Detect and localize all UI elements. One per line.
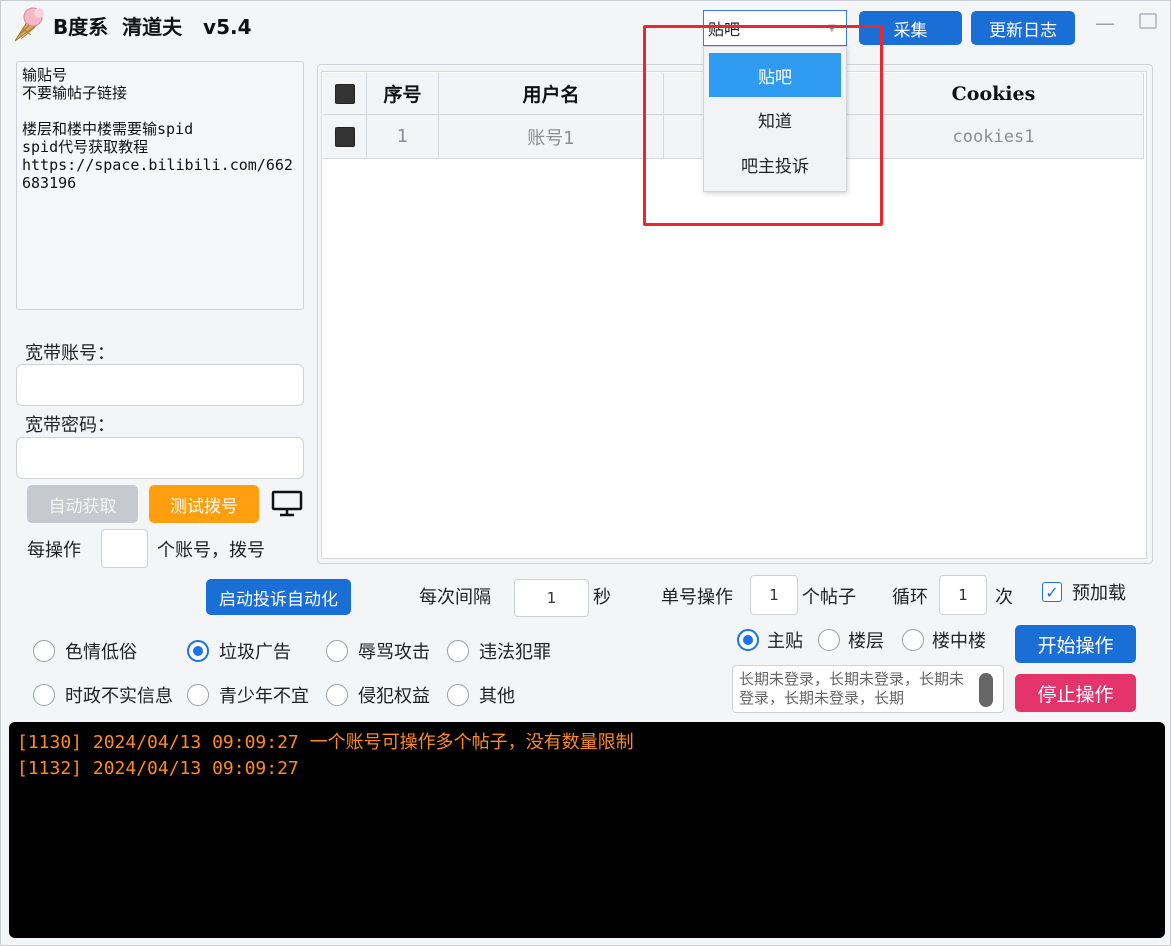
table-row-checkbox-cell[interactable] [323, 115, 367, 159]
ice-cream-logo-icon [14, 7, 44, 42]
info-text[interactable]: 输贴号 不要输帖子链接 楼层和楼中楼需要输spid spid代号获取教程 htt… [16, 61, 304, 310]
radio-circle[interactable] [326, 640, 348, 662]
loop-label: 循环 [892, 587, 928, 608]
radio-circle[interactable] [447, 684, 469, 706]
site-combo[interactable]: 贴吧 ▼ [703, 10, 847, 46]
radio-circle[interactable] [902, 629, 924, 651]
preload-label: 预加载 [1072, 583, 1126, 604]
radio-label: 楼中楼 [932, 631, 986, 652]
log-console: [1130] 2024/04/13 09:09:27 一个账号可操作多个帖子，没… [9, 722, 1165, 938]
radio-label: 侵犯权益 [358, 686, 430, 707]
radio-post-subfloor[interactable]: 楼中楼 [902, 627, 986, 653]
radio-label: 时政不实信息 [65, 686, 173, 707]
radio-category-minors[interactable]: 青少年不宜 [187, 682, 309, 708]
per-op-suffix: 个账号，拨号 [157, 540, 265, 561]
header-select-all[interactable] [323, 73, 367, 115]
radio-label: 辱骂攻击 [358, 642, 430, 663]
log-line: [1132] 2024/04/13 09:09:27 [17, 758, 299, 779]
per-op-input[interactable] [101, 529, 148, 568]
radio-post-main[interactable]: 主贴 [737, 627, 803, 653]
auto-get-button[interactable]: 自动获取 [27, 485, 138, 523]
radio-circle[interactable] [818, 629, 840, 651]
radio-circle[interactable] [737, 629, 759, 651]
header-cookies[interactable]: Cookies [844, 73, 1144, 115]
app-title: B度系 清道夫 v5.4 [53, 15, 252, 39]
single-op-unit: 个帖子 [802, 587, 856, 608]
radio-label: 色情低俗 [65, 642, 137, 663]
interval-input[interactable]: 1 [514, 579, 589, 617]
start-operation-button[interactable]: 开始操作 [1015, 625, 1136, 663]
radio-category-porn[interactable]: 色情低俗 [33, 638, 137, 664]
complaint-text-input[interactable]: 长期未登录，长期未登录，长期未登录，长期未登录，长期 [732, 665, 1004, 713]
radio-post-floor[interactable]: 楼层 [818, 627, 884, 653]
radio-category-rights[interactable]: 侵犯权益 [326, 682, 430, 708]
radio-category-crime[interactable]: 违法犯罪 [447, 638, 551, 664]
radio-circle[interactable] [447, 640, 469, 662]
stop-operation-button[interactable]: 停止操作 [1015, 674, 1136, 712]
preview-scrollbar[interactable] [979, 673, 993, 707]
dropdown-option-tieba[interactable]: 贴吧 [709, 53, 841, 97]
radio-circle[interactable] [187, 640, 209, 662]
radio-label: 其他 [479, 686, 515, 707]
dropdown-option-bar-owner-complaint[interactable]: 吧主投诉 [709, 142, 841, 186]
interval-unit: 秒 [593, 587, 611, 608]
broadband-account-label: 宽带账号： [25, 343, 115, 364]
preload-checkbox[interactable]: ✓ [1042, 582, 1062, 602]
interval-label: 每次间隔 [419, 587, 491, 608]
radio-category-politics[interactable]: 时政不实信息 [33, 682, 173, 708]
loop-unit: 次 [995, 587, 1013, 608]
chevron-down-icon: ▼ [828, 23, 836, 34]
collect-button[interactable]: 采集 [859, 11, 962, 45]
maximize-icon[interactable] [1139, 13, 1157, 29]
select-all-checkbox[interactable] [334, 83, 355, 104]
test-dial-button[interactable]: 测试拨号 [149, 485, 259, 523]
radio-category-spam[interactable]: 垃圾广告 [187, 638, 291, 664]
broadband-password-input[interactable] [16, 437, 304, 479]
radio-circle[interactable] [187, 684, 209, 706]
table-cell-cookies[interactable]: cookies1 [844, 115, 1144, 159]
monitor-icon[interactable] [271, 490, 303, 518]
site-dropdown-list: 贴吧 知道 吧主投诉 [703, 46, 847, 192]
single-op-input[interactable]: 1 [750, 575, 798, 615]
single-op-label: 单号操作 [661, 587, 733, 608]
radio-category-other[interactable]: 其他 [447, 682, 515, 708]
row-checkbox[interactable] [334, 126, 355, 147]
radio-circle[interactable] [33, 640, 55, 662]
radio-label: 楼层 [848, 631, 884, 652]
per-op-label: 每操作 [27, 540, 81, 561]
radio-label: 违法犯罪 [479, 642, 551, 663]
header-username[interactable]: 用户名 [439, 73, 664, 115]
app-window: B度系 清道夫 v5.4 — 贴吧 ▼ 采集 更新日志 输贴号 不要输帖子链接 … [0, 0, 1171, 946]
log-line: [1130] 2024/04/13 09:09:27 一个账号可操作多个帖子，没… [17, 732, 634, 753]
table-cell-index[interactable]: 1 [367, 115, 439, 159]
combo-selected: 贴吧 [708, 20, 741, 39]
radio-label: 主贴 [767, 631, 803, 652]
radio-circle[interactable] [326, 684, 348, 706]
radio-circle[interactable] [33, 684, 55, 706]
radio-category-abuse[interactable]: 辱骂攻击 [326, 638, 430, 664]
table-cell-username[interactable]: 账号1 [439, 115, 664, 159]
radio-label: 青少年不宜 [219, 686, 309, 707]
broadband-password-label: 宽带密码： [25, 415, 115, 436]
changelog-button[interactable]: 更新日志 [971, 11, 1075, 45]
dropdown-option-zhidao[interactable]: 知道 [709, 97, 841, 141]
minimize-icon[interactable]: — [1095, 11, 1115, 35]
header-index[interactable]: 序号 [367, 73, 439, 115]
radio-label: 垃圾广告 [219, 642, 291, 663]
loop-input[interactable]: 1 [939, 575, 987, 615]
broadband-account-input[interactable] [16, 364, 304, 406]
start-complaint-automation-button[interactable]: 启动投诉自动化 [206, 579, 351, 615]
